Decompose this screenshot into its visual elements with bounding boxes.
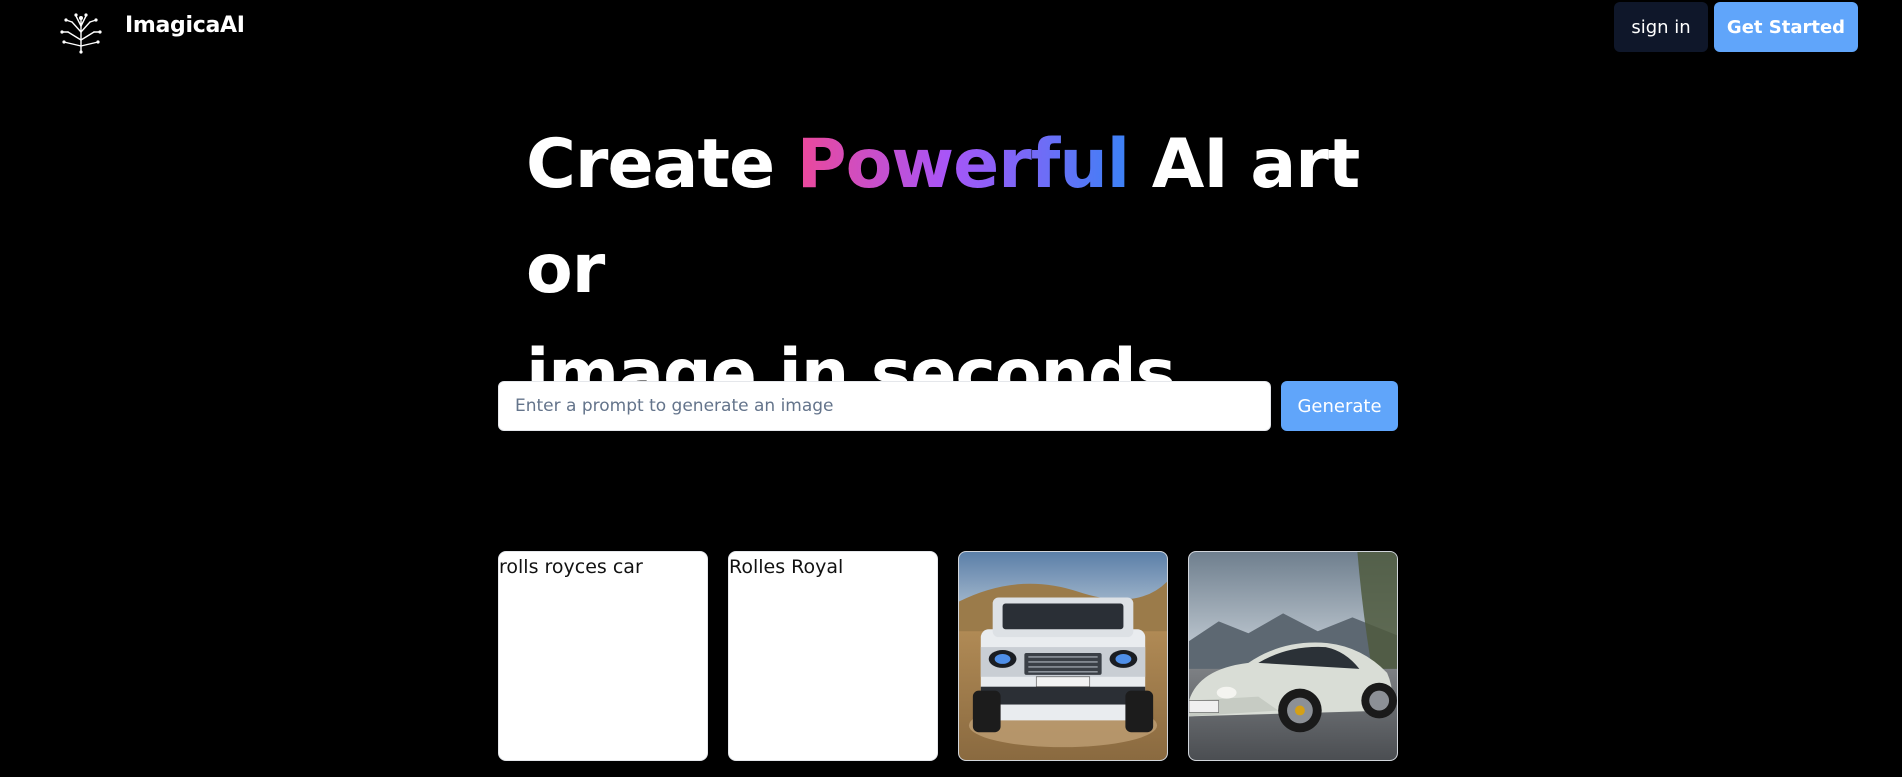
sign-in-button[interactable]: sign in	[1614, 2, 1708, 52]
gallery-card-image[interactable]	[958, 551, 1168, 761]
tree-circuit-icon	[60, 13, 102, 54]
hero-text-part1: Create	[526, 125, 797, 204]
suv-desert-image	[959, 552, 1167, 760]
page: ImagicaAI sign in Get Started Create Pow…	[0, 0, 1902, 777]
prompt-input[interactable]	[498, 381, 1271, 431]
logo[interactable]	[58, 12, 104, 54]
hero-highlight: Powerful	[796, 125, 1130, 204]
gallery-card[interactable]: Rolles Royal	[728, 551, 938, 761]
gallery-card-caption: Rolles Royal	[729, 556, 844, 578]
generate-button[interactable]: Generate	[1281, 381, 1398, 431]
sports-car-image	[1189, 552, 1397, 760]
gallery-card[interactable]: rolls royces car	[498, 551, 708, 761]
get-started-button[interactable]: Get Started	[1714, 2, 1858, 52]
hero-headline: Create Powerful AI art or image in secon…	[526, 112, 1426, 427]
gallery-card-image[interactable]	[1188, 551, 1398, 761]
brand-name[interactable]: ImagicaAI	[125, 13, 245, 38]
gallery-card-caption: rolls royces car	[499, 556, 643, 578]
